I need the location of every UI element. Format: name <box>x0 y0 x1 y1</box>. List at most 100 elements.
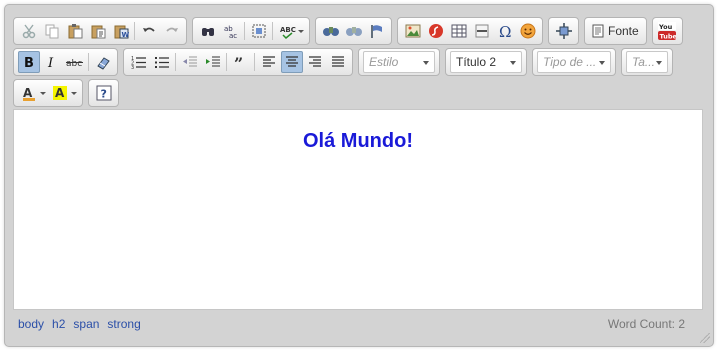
svg-text:A: A <box>23 86 33 100</box>
font-combo[interactable]: Tipo de ... <box>532 48 616 76</box>
blockquote-icon[interactable]: ” <box>230 51 252 73</box>
flag-icon[interactable] <box>366 20 388 42</box>
font-combo-value: Tipo de ... <box>543 55 597 69</box>
rich-text-editor: W ab ac ABC Ω Fonte You Tube B I abc 1 2… <box>4 4 714 347</box>
numbered-list-icon[interactable]: 123 <box>128 51 150 73</box>
word-count: Word Count: 2 <box>607 317 685 331</box>
svg-text:You: You <box>658 23 673 31</box>
separator <box>175 53 176 71</box>
chevron-down-icon <box>656 61 662 65</box>
source-button[interactable]: Fonte <box>588 24 643 38</box>
colors-group: A A <box>13 79 83 107</box>
svg-text:ABC: ABC <box>280 26 296 34</box>
align-left-icon[interactable] <box>258 51 280 73</box>
copy-icon[interactable] <box>41 20 63 42</box>
size-combo[interactable]: Ta... <box>621 48 673 76</box>
text-color-icon[interactable]: A <box>18 82 48 104</box>
bulleted-list-icon[interactable] <box>151 51 173 73</box>
spellcheck-icon[interactable]: ABC <box>276 20 306 42</box>
toolbar-row-1: W ab ac ABC Ω Fonte You Tube <box>13 17 688 45</box>
svg-text:abc: abc <box>66 59 82 69</box>
heading-text: Olá Mundo! <box>303 130 413 152</box>
form-icon[interactable] <box>320 20 342 42</box>
separator <box>134 22 135 40</box>
paragraph-group: 123 ” <box>123 48 353 76</box>
maximize-icon[interactable] <box>553 20 575 42</box>
source-icon <box>592 24 604 38</box>
indent-icon[interactable] <box>202 51 224 73</box>
paste-word-icon[interactable]: W <box>110 20 132 42</box>
image-icon[interactable] <box>402 20 424 42</box>
select-all-icon[interactable] <box>248 20 270 42</box>
resize-handle[interactable] <box>700 333 710 343</box>
chevron-down-icon <box>599 61 605 65</box>
toolbar-row-2: B I abc 123 ” Estilo Título 2 Tipo de ..… <box>13 48 678 76</box>
anchor-icon[interactable] <box>343 20 365 42</box>
smiley-icon[interactable] <box>517 20 539 42</box>
svg-text:ac: ac <box>229 32 237 39</box>
video-group: You Tube <box>651 17 683 45</box>
editing-area[interactable]: Olá Mundo! <box>13 109 703 310</box>
youtube-icon[interactable]: You Tube <box>656 20 678 42</box>
flash-icon[interactable] <box>425 20 447 42</box>
svg-text:3: 3 <box>131 65 134 70</box>
svg-text:W: W <box>121 31 129 39</box>
document-group: Fonte <box>584 17 647 45</box>
svg-text:”: ” <box>234 54 243 70</box>
svg-text:A: A <box>55 86 65 100</box>
toolbar-row-3: A A ? <box>13 79 124 107</box>
content-heading[interactable]: Olá Mundo! <box>14 110 702 153</box>
path-item-strong[interactable]: strong <box>107 317 140 331</box>
separator <box>254 53 255 71</box>
basic-styles-group: B I abc <box>13 48 118 76</box>
svg-text:Ω: Ω <box>499 23 511 39</box>
paste-text-icon[interactable] <box>87 20 109 42</box>
separator <box>272 22 273 40</box>
style-combo-value: Estilo <box>369 55 399 69</box>
about-icon[interactable]: ? <box>93 82 115 104</box>
size-combo-value: Ta... <box>632 55 655 69</box>
chevron-down-icon <box>423 61 429 65</box>
undo-icon[interactable] <box>138 20 160 42</box>
path-item-body[interactable]: body <box>18 317 44 331</box>
find-icon[interactable] <box>197 20 219 42</box>
separator <box>244 22 245 40</box>
special-char-icon[interactable]: Ω <box>494 20 516 42</box>
cut-icon[interactable] <box>18 20 40 42</box>
align-center-icon[interactable] <box>280 51 303 73</box>
separator <box>226 53 227 71</box>
path-item-span[interactable]: span <box>73 317 99 331</box>
separator <box>88 53 89 71</box>
bold-icon[interactable]: B <box>17 51 40 73</box>
redo-icon[interactable] <box>161 20 183 42</box>
path-item-h2[interactable]: h2 <box>52 317 65 331</box>
svg-text:Tube: Tube <box>660 33 677 41</box>
find-group: ab ac ABC <box>192 17 310 45</box>
insert-group: Ω <box>397 17 543 45</box>
tools-group <box>548 17 579 45</box>
about-group: ? <box>88 79 119 107</box>
justify-icon[interactable] <box>327 51 349 73</box>
element-path: body h2 span strong <box>13 317 149 331</box>
strike-icon[interactable]: abc <box>64 51 86 73</box>
style-combo[interactable]: Estilo <box>358 48 440 76</box>
bg-color-icon[interactable]: A <box>49 82 79 104</box>
clipboard-group: W <box>13 17 187 45</box>
forms-group <box>315 17 392 45</box>
chevron-down-icon <box>510 61 516 65</box>
svg-text:B: B <box>24 56 34 69</box>
replace-icon[interactable]: ab ac <box>220 20 242 42</box>
align-right-icon[interactable] <box>304 51 326 73</box>
status-bar: body h2 span strong Word Count: 2 <box>13 313 703 335</box>
outdent-icon[interactable] <box>179 51 201 73</box>
svg-text:I: I <box>47 56 54 69</box>
remove-format-icon[interactable] <box>92 51 114 73</box>
paste-icon[interactable] <box>64 20 86 42</box>
table-icon[interactable] <box>448 20 470 42</box>
source-label: Fonte <box>608 24 639 38</box>
italic-icon[interactable]: I <box>41 51 63 73</box>
svg-text:?: ? <box>100 88 106 101</box>
horizontal-rule-icon[interactable] <box>471 20 493 42</box>
format-combo[interactable]: Título 2 <box>445 48 527 76</box>
format-combo-value: Título 2 <box>456 55 497 69</box>
